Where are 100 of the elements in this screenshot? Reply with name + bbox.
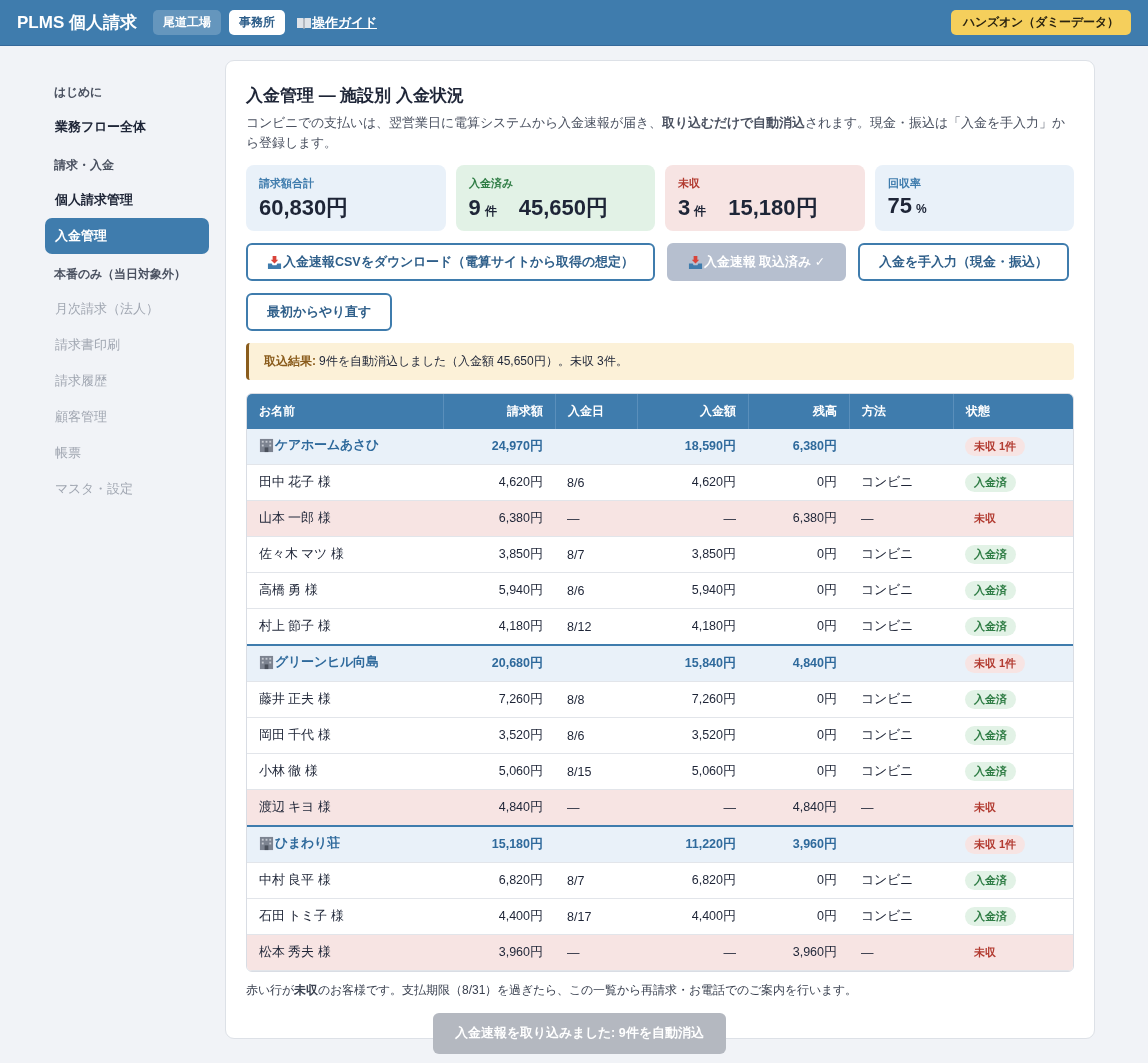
table-cell: 0円 [748, 681, 849, 718]
table-cell: 3,960円 [748, 826, 849, 863]
table-cell: コンビニ [849, 536, 953, 573]
app-title: PLMS 個人請求 [17, 12, 137, 34]
table-cell: 3,520円 [443, 717, 555, 754]
column-header: 状態 [953, 394, 1073, 429]
table-cell: コンビニ [849, 464, 953, 501]
facility-name: グリーンヒル向島 [259, 654, 379, 671]
table-cell: コンビニ [849, 681, 953, 718]
summary-label: 入金済み [468, 176, 514, 191]
table-cell: 0円 [748, 464, 849, 501]
table-cell: コンビニ [849, 753, 953, 790]
table-cell: 7,260円 [637, 681, 748, 718]
summary-value: 9 [468, 195, 481, 221]
table-cell: 5,060円 [443, 753, 555, 790]
table-cell: 3,850円 [443, 536, 555, 573]
table-cell: 8/6 [555, 572, 637, 609]
summary-value: 60,830円 [259, 194, 349, 222]
table-cell: コンビニ [849, 862, 953, 899]
table-cell: 6,820円 [637, 862, 748, 899]
building-icon [259, 655, 274, 670]
table-cell: 11,220円 [637, 826, 748, 863]
mode-badge: ハンズオン（ダミーデータ） [951, 10, 1131, 35]
table-cell: 0円 [748, 862, 849, 899]
table-cell: 中村 良平 様 [247, 862, 443, 899]
status-badge: 入金済 [965, 871, 1016, 890]
summary-value: 15,180円 [728, 194, 818, 222]
sidebar-item[interactable]: 入金管理 [45, 218, 209, 254]
table-cell: 4,620円 [637, 464, 748, 501]
table-cell: 石田 トミ子 様 [247, 898, 443, 935]
status-badge: 未収 1件 [965, 437, 1026, 456]
table-cell: 3,520円 [637, 717, 748, 754]
table-cell: 4,400円 [443, 898, 555, 935]
table-cell: — [637, 500, 748, 537]
table-cell: 5,940円 [443, 572, 555, 609]
table-cell: 8/17 [555, 898, 637, 935]
table-cell: 4,400円 [637, 898, 748, 935]
column-header: 方法 [849, 394, 953, 429]
table-cell: コンビニ [849, 898, 953, 935]
table-cell: 佐々木 マツ 様 [247, 536, 443, 573]
status-label: 未収 [973, 511, 997, 526]
table-cell: — [849, 500, 953, 537]
toast-message: 入金速報を取り込みました: 9件を自動消込 [433, 1013, 726, 1054]
status-badge: 入金済 [965, 617, 1016, 636]
workplace-tab[interactable]: 尾道工場 [152, 10, 221, 35]
table-cell: 0円 [748, 572, 849, 609]
summary-unit: 件 [694, 203, 707, 220]
table-cell: 6,380円 [748, 500, 849, 537]
notice-text: 9件を自動消込しました（入金額 45,650円）。未収 3件。 [319, 354, 628, 368]
status-badge: 入金済 [965, 581, 1016, 600]
table-cell: 8/15 [555, 753, 637, 790]
table-cell: 5,060円 [637, 753, 748, 790]
column-header: 残高 [748, 394, 849, 429]
section-heading: はじめに [53, 84, 103, 101]
column-header: お名前 [247, 394, 443, 429]
status-badge: 入金済 [965, 690, 1016, 709]
column-header: 請求額 [443, 394, 555, 429]
inbox-icon [267, 254, 282, 270]
summary-value: 75 [887, 193, 912, 219]
workplace-tab[interactable]: 事務所 [228, 10, 285, 35]
building-icon [259, 836, 274, 851]
action-button[interactable]: 最初からやり直す [246, 293, 392, 331]
action-button[interactable]: 入金を手入力（現金・振込） [858, 243, 1070, 281]
table-cell: 3,960円 [443, 934, 555, 971]
sidebar-item[interactable]: 個人請求管理 [45, 182, 209, 218]
summary-value: 45,650円 [518, 194, 609, 222]
status-badge: 入金済 [965, 726, 1016, 745]
book-icon [296, 16, 311, 29]
status-badge: 入金済 [965, 473, 1016, 492]
status-badge: 入金済 [965, 907, 1016, 926]
sidebar-item[interactable]: 業務フロー全体 [45, 109, 209, 145]
summary-unit: 件 [484, 203, 497, 220]
summary-label: 請求額合計 [259, 176, 315, 191]
table-cell: コンビニ [849, 572, 953, 609]
notice-label: 取込結果: [264, 354, 316, 368]
summary-label: 未収 [678, 176, 701, 191]
table-cell: 3,850円 [637, 536, 748, 573]
section-heading: 本番のみ（当日対象外） [53, 266, 187, 283]
status-label: 未収 [973, 800, 997, 815]
table-cell: 小林 徹 様 [247, 753, 443, 790]
page-description: コンビニでの支払いは、翌営業日に電算システムから入金速報が届き、取り込むだけで自動消込されます。現金・振込は「入金を手入力」から登録します。 [246, 115, 1066, 152]
table-cell: 高橋 勇 様 [247, 572, 443, 609]
table-cell: 4,620円 [443, 464, 555, 501]
table-cell: 0円 [748, 717, 849, 754]
guide-link[interactable]: 操作ガイド [296, 13, 377, 32]
column-header: 入金日 [555, 394, 637, 429]
section-heading: 請求・入金 [53, 157, 115, 174]
status-badge: 入金済 [965, 545, 1016, 564]
table-cell: 6,380円 [748, 429, 849, 465]
inbox-icon [687, 254, 703, 270]
table-cell: 6,820円 [443, 862, 555, 899]
action-button[interactable]: 入金速報CSVをダウンロード（電算サイトから取得の想定） [246, 243, 655, 281]
table-cell: — [555, 934, 637, 971]
table-cell: 8/6 [555, 464, 637, 501]
table-cell: 0円 [748, 898, 849, 935]
table-cell: 松本 秀夫 様 [247, 934, 443, 971]
table-cell: コンビニ [849, 717, 953, 754]
facility-name: ケアホームあさひ [259, 437, 379, 454]
table-cell: 8/7 [555, 536, 637, 573]
status-badge: 入金済 [965, 762, 1016, 781]
